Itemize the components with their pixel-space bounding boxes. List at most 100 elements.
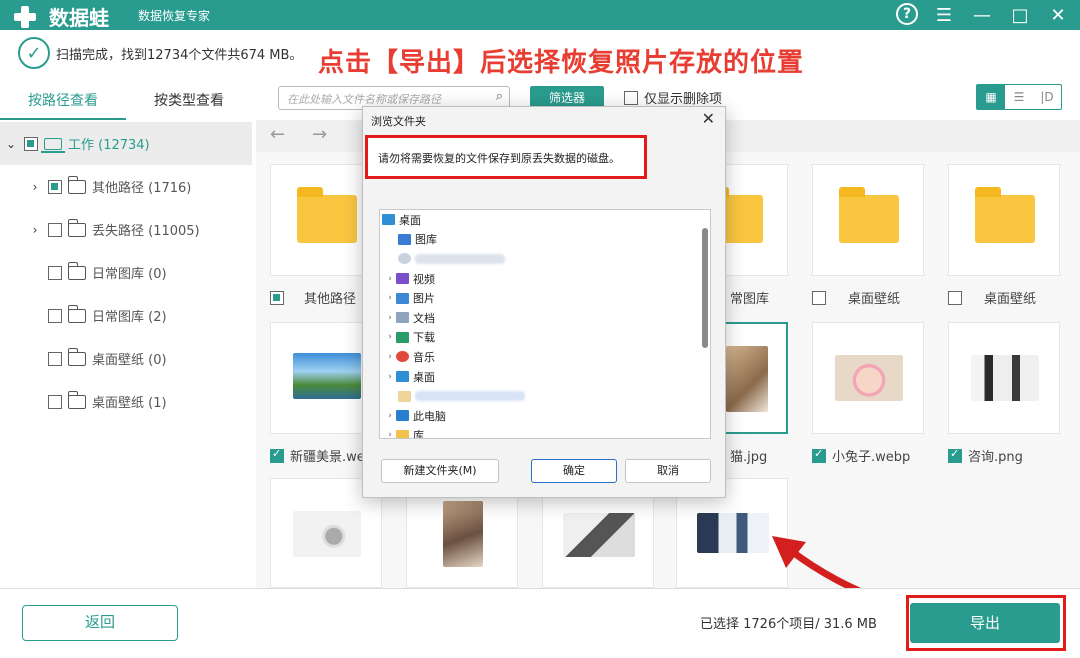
chevron-right-icon[interactable]: › (384, 293, 396, 303)
cat-thumbnail (726, 346, 768, 412)
folder-tree-item[interactable]: › 图片 (380, 288, 710, 308)
desktop-icon (396, 371, 409, 383)
folder-icon (67, 390, 86, 409)
rabbit-thumbnail (835, 355, 903, 401)
app-subtitle: 数据恢复专家 (138, 9, 211, 23)
chevron-right-icon[interactable]: › (384, 332, 396, 342)
chevron-right-icon[interactable]: › (28, 223, 42, 237)
chevron-right-icon[interactable]: › (384, 372, 396, 382)
folder-tree[interactable]: 桌面 图库 › 视频 › 图片 › 文档 › 下载 › 音乐 › 桌面 › 此电… (379, 209, 711, 439)
folder-tree-label: 视频 (413, 272, 435, 286)
chevron-down-icon[interactable]: ⌄ (4, 137, 18, 151)
folder-tree-item[interactable]: › 文档 (380, 308, 710, 328)
tile-checkbox[interactable] (812, 290, 826, 305)
tile-checkbox[interactable] (948, 290, 962, 305)
folder-tree-label: 文档 (413, 311, 435, 325)
desktop-icon (382, 214, 395, 226)
tree-item[interactable]: 日常图库 (2) (0, 294, 252, 337)
folder-tree-item[interactable]: › 此电脑 (380, 406, 710, 426)
tile-caption[interactable]: 桌面壁纸 (812, 288, 900, 307)
forward-arrow-icon[interactable]: → (312, 124, 327, 145)
tree-checkbox[interactable] (48, 179, 62, 194)
tree-item[interactable]: › 其他路径 (1716) (0, 165, 252, 208)
dialog-warning: 请勿将需要恢复的文件保存到原丢失数据的磁盘。 (365, 135, 647, 179)
folder-tree-item-blurred[interactable] (380, 249, 710, 269)
folder-tree-item[interactable]: 图库 (380, 230, 710, 250)
tile-caption[interactable]: 小兔子.webp (812, 446, 910, 465)
folder-tree-item[interactable]: › 音乐 (380, 347, 710, 367)
cancel-button[interactable]: 取消 (625, 459, 711, 483)
detail-view-icon[interactable]: |D (1033, 85, 1061, 109)
tile-caption[interactable]: 新疆美景.we (270, 446, 365, 465)
folder-tree-item[interactable]: 桌面 (380, 210, 710, 230)
tile-checkbox[interactable] (270, 290, 284, 305)
deleted-only-checkbox[interactable] (624, 90, 638, 105)
help-icon[interactable]: ? (896, 3, 918, 25)
library-icon (396, 429, 409, 438)
minimize-icon[interactable]: — (970, 3, 994, 27)
laptop-thumbnail (563, 513, 635, 557)
grid-view-icon[interactable]: ▦ (977, 85, 1005, 109)
tile-checkbox[interactable] (812, 447, 826, 463)
image-tile[interactable] (948, 322, 1060, 434)
ok-button[interactable]: 确定 (531, 459, 617, 483)
image-tile[interactable] (812, 322, 924, 434)
chevron-right-icon[interactable]: › (384, 411, 396, 421)
user-folder-icon (398, 253, 411, 265)
tree-checkbox[interactable] (48, 351, 62, 366)
export-button[interactable]: 导出 (910, 603, 1060, 643)
tree-checkbox[interactable] (48, 222, 62, 237)
new-folder-button[interactable]: 新建文件夹(M) (381, 459, 499, 483)
menu-icon[interactable]: ☰ (932, 3, 956, 27)
tree-item[interactable]: 日常图库 (0) (0, 251, 252, 294)
folder-tree-item-blurred[interactable] (380, 386, 710, 406)
tree-item[interactable]: 桌面壁纸 (1) (0, 380, 252, 423)
chevron-right-icon[interactable]: › (384, 352, 396, 362)
tile-label: 桌面壁纸 (848, 292, 901, 307)
back-arrow-icon[interactable]: ← (270, 124, 285, 145)
chevron-right-icon[interactable]: › (28, 180, 42, 194)
folder-tree-item[interactable]: › 桌面 (380, 367, 710, 387)
maximize-icon[interactable]: □ (1008, 3, 1032, 27)
tile-checkbox[interactable] (948, 447, 962, 463)
folder-tree-label: 图片 (413, 292, 435, 306)
tree-root-label: 工作 (12734) (68, 138, 150, 153)
tab-by-type[interactable]: 按类型查看 (126, 84, 252, 120)
tree-checkbox[interactable] (24, 136, 38, 151)
tile-caption[interactable]: 桌面壁纸 (948, 288, 1036, 307)
pictures-icon (396, 292, 409, 304)
close-icon[interactable]: ✕ (1046, 3, 1070, 27)
app-name: 数据蛙 (48, 6, 109, 30)
app-logo: 数据蛙 (12, 2, 109, 31)
tree-item[interactable]: › 丢失路径 (11005) (0, 208, 252, 251)
close-icon[interactable]: ✕ (702, 109, 715, 128)
chevron-right-icon[interactable]: › (384, 313, 396, 323)
tree-checkbox[interactable] (48, 394, 62, 409)
tree-checkbox[interactable] (48, 308, 62, 323)
deleted-only-toggle[interactable]: 仅显示删除项 (624, 88, 722, 107)
tree-item[interactable]: 桌面壁纸 (0) (0, 337, 252, 380)
folder-tile[interactable] (948, 164, 1060, 276)
folder-tree-label: 桌面 (399, 213, 421, 227)
folder-tree-scrollbar[interactable] (702, 228, 708, 348)
tab-by-path[interactable]: 按路径查看 (0, 84, 126, 120)
tile-caption[interactable]: 咨询.png (948, 446, 1023, 465)
back-button[interactable]: 返回 (22, 605, 178, 641)
tree-item-label: 日常图库 (2) (92, 310, 167, 325)
tree-checkbox[interactable] (48, 265, 62, 280)
list-view-icon[interactable]: ☰ (1005, 85, 1033, 109)
chevron-right-icon[interactable]: › (384, 430, 396, 438)
chevron-right-icon[interactable]: › (384, 274, 396, 284)
tile-caption[interactable]: 常图库 (730, 288, 769, 307)
search-icon[interactable]: ⌕ (496, 89, 503, 104)
tile-caption[interactable]: 猫.jpg (730, 446, 767, 465)
folder-tree-item[interactable]: › 视频 (380, 269, 710, 289)
tile-checkbox[interactable] (270, 447, 284, 463)
folder-tile[interactable] (812, 164, 924, 276)
tile-label: 小兔子.webp (832, 450, 911, 465)
folder-tree-item[interactable]: › 下载 (380, 328, 710, 348)
tile-caption[interactable]: 其他路径 (270, 288, 356, 307)
folder-tree-item[interactable]: › 库 (380, 426, 710, 438)
tree-root-work[interactable]: ⌄ 工作 (12734) (0, 122, 252, 165)
dialog-warning-text: 请勿将需要恢复的文件保存到原丢失数据的磁盘。 (378, 152, 620, 165)
